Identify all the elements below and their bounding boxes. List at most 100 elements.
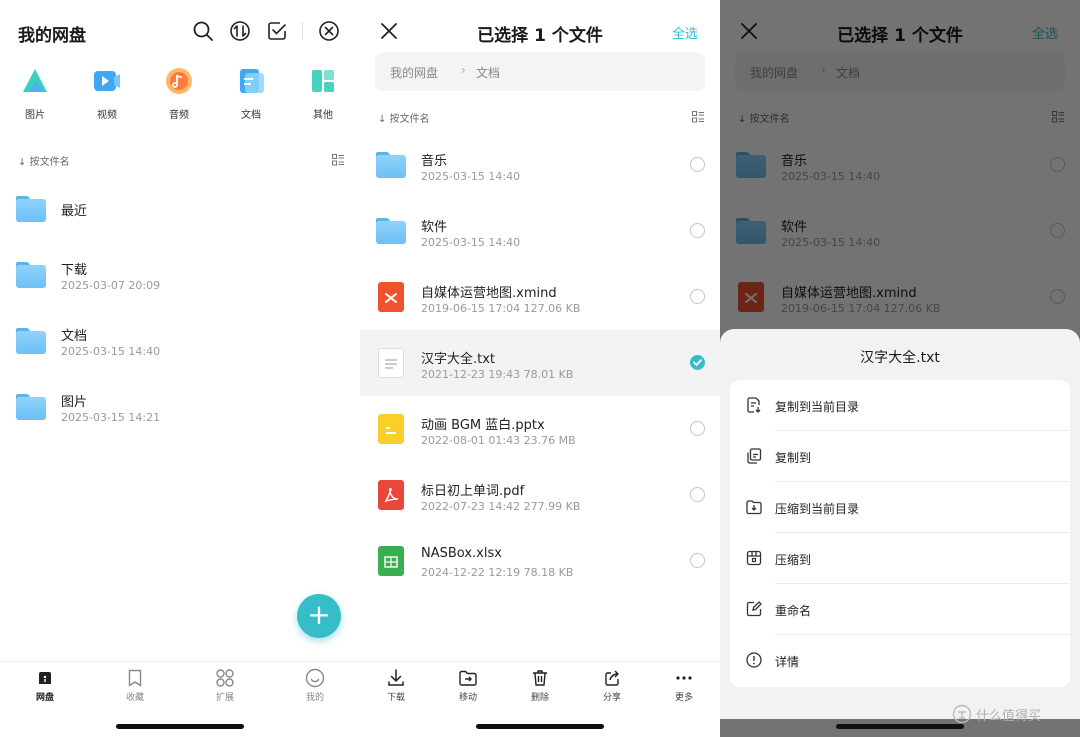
category-audio[interactable]: 音频 bbox=[159, 66, 199, 121]
folder-name: 最近 bbox=[61, 204, 88, 219]
close-circle-icon[interactable] bbox=[318, 20, 340, 42]
select-radio[interactable] bbox=[690, 421, 705, 436]
menu-compress-to[interactable]: 压缩到 bbox=[730, 533, 1070, 584]
more-action[interactable]: 更多 bbox=[654, 668, 714, 703]
tab-drive[interactable]: 网盘 bbox=[15, 668, 75, 703]
action-label: 移动 bbox=[458, 693, 477, 703]
trash-icon bbox=[533, 670, 547, 686]
multi-select-icon[interactable] bbox=[266, 20, 288, 42]
move-icon bbox=[459, 670, 477, 686]
file-row[interactable]: 自媒体运营地图.xmind 2019-06-15 17:04 127.06 KB bbox=[360, 264, 720, 330]
smile-icon bbox=[305, 668, 325, 688]
download-icon bbox=[388, 669, 404, 686]
list-item[interactable]: 下载 2025-03-07 20:09 bbox=[0, 251, 360, 301]
xmind-file-icon bbox=[378, 282, 404, 312]
copy-to-icon bbox=[747, 448, 762, 464]
menu-copy-here[interactable]: 复制到当前目录 bbox=[730, 380, 1070, 431]
select-radio[interactable] bbox=[690, 157, 705, 172]
folder-name: 文档 bbox=[61, 329, 88, 344]
category-video[interactable]: 视频 bbox=[87, 66, 127, 121]
tab-me[interactable]: 我的 bbox=[285, 668, 345, 703]
file-row[interactable]: 软件 2025-03-15 14:40 bbox=[360, 198, 720, 264]
view-mode-icon[interactable] bbox=[692, 111, 704, 123]
share-action[interactable]: 分享 bbox=[582, 668, 642, 703]
rename-icon bbox=[746, 601, 762, 617]
file-row[interactable]: 动画 BGM 蓝白.pptx 2022-08-01 01:43 23.76 MB bbox=[360, 396, 720, 462]
sort-button[interactable]: ↓ 按文件名 bbox=[18, 153, 70, 168]
menu-details[interactable]: 详情 bbox=[730, 635, 1070, 686]
sort-label: 按文件名 bbox=[29, 157, 70, 168]
pdf-file-icon bbox=[378, 480, 404, 510]
file-meta: 2025-03-15 14:40 bbox=[421, 236, 521, 249]
download-action[interactable]: 下载 bbox=[366, 668, 426, 703]
list-item[interactable]: 文档 2025-03-15 14:40 bbox=[0, 317, 360, 367]
menu-rename[interactable]: 重命名 bbox=[730, 584, 1070, 635]
folder-date: 2025-03-07 20:09 bbox=[61, 279, 161, 292]
file-meta: 2024-12-22 12:19 78.18 KB bbox=[421, 566, 574, 579]
action-label: 更多 bbox=[674, 693, 693, 703]
delete-action[interactable]: 删除 bbox=[510, 668, 570, 703]
category-label: 图片 bbox=[25, 110, 45, 121]
tab-label: 扩展 bbox=[215, 693, 234, 703]
bookmark-icon bbox=[128, 669, 142, 687]
file-name: 自媒体运营地图.xmind bbox=[421, 286, 557, 301]
menu-copy-to[interactable]: 复制到 bbox=[730, 431, 1070, 482]
select-radio[interactable] bbox=[690, 487, 705, 502]
menu-label: 重命名 bbox=[775, 604, 812, 618]
file-meta: 2022-08-01 01:43 23.76 MB bbox=[421, 434, 576, 447]
folder-icon bbox=[16, 262, 46, 288]
home-indicator bbox=[116, 724, 244, 729]
file-select-screen: 已选择 1 个文件 全选 我的网盘 › 文档 ↓ 按文件名 音乐 2025-03… bbox=[360, 0, 720, 737]
image-icon bbox=[23, 69, 47, 92]
watermark-text: 什么值得买 bbox=[976, 709, 1042, 724]
tab-extensions[interactable]: 扩展 bbox=[195, 668, 255, 703]
compress-here-icon bbox=[746, 500, 762, 515]
select-all-button[interactable]: 全选 bbox=[672, 23, 698, 42]
search-icon[interactable] bbox=[192, 20, 214, 42]
category-label: 其他 bbox=[313, 110, 333, 121]
menu-compress-here[interactable]: 压缩到当前目录 bbox=[730, 482, 1070, 533]
list-item[interactable]: 图片 2025-03-15 14:21 bbox=[0, 383, 360, 433]
move-action[interactable]: 移动 bbox=[438, 668, 498, 703]
watermark: 什么值得买 bbox=[952, 703, 1076, 725]
home-indicator bbox=[836, 724, 964, 729]
sheet-title: 汉字大全.txt bbox=[860, 350, 940, 366]
checked-radio-icon[interactable] bbox=[690, 355, 705, 370]
folder-name: 下载 bbox=[61, 263, 88, 278]
category-other[interactable]: 其他 bbox=[303, 66, 343, 121]
category-document[interactable]: 文档 bbox=[231, 66, 271, 121]
sort-button[interactable]: ↓ 按文件名 bbox=[378, 110, 430, 125]
arrow-down-icon: ↓ bbox=[18, 157, 27, 168]
file-name: 动画 BGM 蓝白.pptx bbox=[421, 418, 545, 433]
file-row[interactable]: 标日初上单词.pdf 2022-07-23 14:42 277.99 KB bbox=[360, 462, 720, 528]
view-mode-icon[interactable] bbox=[332, 154, 344, 166]
menu-label: 复制到当前目录 bbox=[775, 400, 860, 414]
breadcrumb: 我的网盘 › 文档 bbox=[375, 52, 705, 91]
select-radio[interactable] bbox=[690, 553, 705, 568]
txt-file-icon bbox=[378, 348, 404, 378]
folder-icon bbox=[16, 196, 46, 222]
add-button[interactable]: + bbox=[297, 594, 341, 638]
home-icon bbox=[39, 672, 51, 684]
list-item[interactable]: 最近 bbox=[0, 185, 360, 235]
file-name: 标日初上单词.pdf bbox=[421, 484, 525, 499]
file-row-selected[interactable]: 汉字大全.txt 2021-12-23 19:43 78.01 KB bbox=[360, 330, 720, 396]
arrow-down-icon: ↓ bbox=[378, 114, 387, 125]
file-row[interactable]: 音乐 2025-03-15 14:40 bbox=[360, 132, 720, 198]
select-radio[interactable] bbox=[690, 223, 705, 238]
menu-label: 复制到 bbox=[775, 451, 812, 465]
file-row[interactable]: NASBox.xlsx 2024-12-22 12:19 78.18 KB bbox=[360, 528, 720, 594]
file-name: 软件 bbox=[421, 220, 448, 235]
category-image[interactable]: 图片 bbox=[15, 66, 55, 121]
transfer-icon[interactable] bbox=[229, 20, 251, 42]
page-title: 我的网盘 bbox=[18, 26, 86, 46]
watermark-logo-icon bbox=[952, 704, 972, 724]
document-icon bbox=[240, 69, 264, 93]
breadcrumb-item[interactable]: 我的网盘 bbox=[390, 64, 438, 81]
breadcrumb-item[interactable]: 文档 bbox=[476, 64, 500, 81]
file-name: 音乐 bbox=[421, 154, 448, 169]
tab-favorites[interactable]: 收藏 bbox=[105, 668, 165, 703]
action-menu: 复制到当前目录 复制到 压缩到当前目录 压缩到 重命名 详情 bbox=[730, 380, 1070, 687]
sort-label: 按文件名 bbox=[389, 114, 430, 125]
select-radio[interactable] bbox=[690, 289, 705, 304]
